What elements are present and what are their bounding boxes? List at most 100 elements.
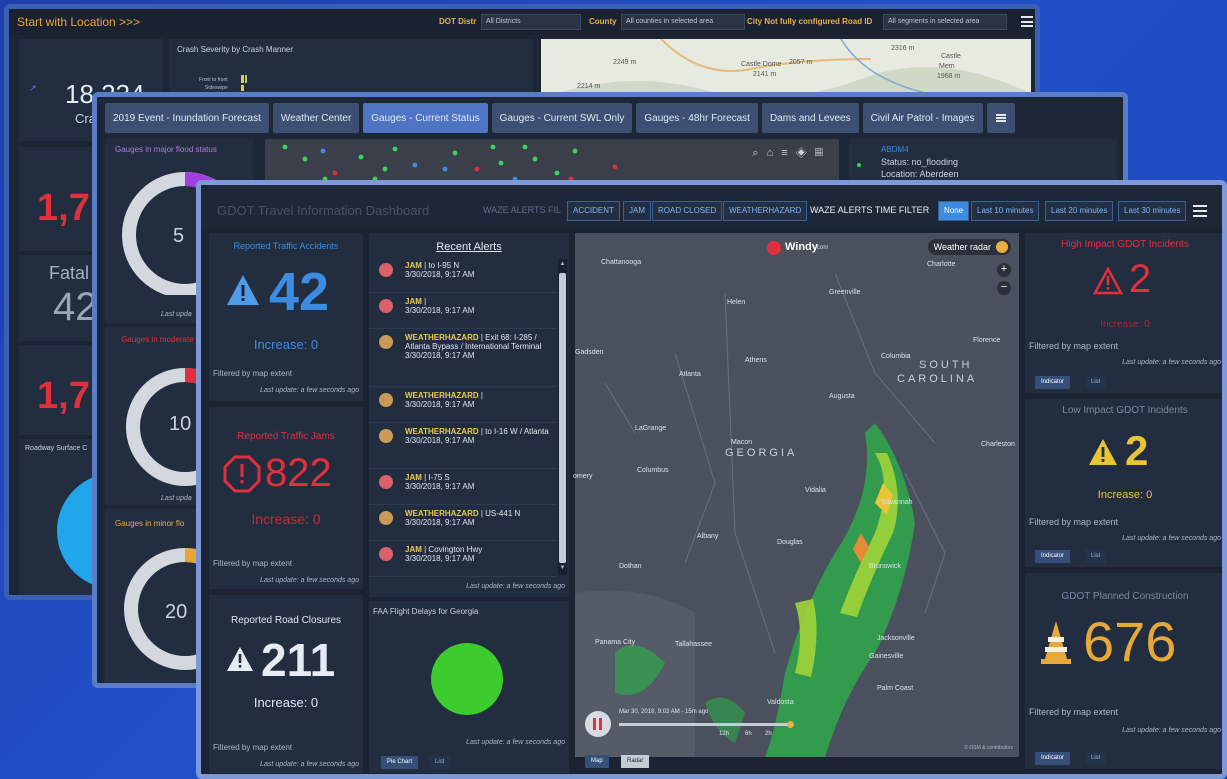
alert-list-item[interactable]: WEATHERHAZARD | 3/30/2018, 9:17 AM — [369, 387, 557, 423]
tab-gauges-48hr[interactable]: Gauges - 48hr Forecast — [636, 103, 758, 133]
alert-type: WEATHERHAZARD — [405, 391, 479, 400]
menu-icon — [995, 114, 1006, 122]
timeline-step-6h[interactable]: 6h — [745, 731, 752, 737]
tab-map[interactable]: Map — [585, 755, 609, 768]
severity-bar — [241, 75, 244, 83]
weather-radar-label: Weather radar — [933, 242, 991, 252]
county-select[interactable]: All counties in selected area — [621, 14, 745, 30]
tab-dams-levees[interactable]: Dams and Levees — [761, 103, 859, 133]
last-update-text: Last update: a few seconds ago — [466, 583, 565, 590]
scroll-thumb[interactable] — [559, 273, 566, 563]
tab-gauges-current-swl[interactable]: Gauges - Current SWL Only — [491, 103, 633, 133]
gauge-point[interactable] — [532, 156, 538, 162]
alert-type: WEATHERHAZARD — [405, 333, 479, 342]
gauge-point[interactable] — [498, 160, 504, 166]
gauge-point[interactable] — [474, 166, 480, 172]
filter-jam-button[interactable]: JAM — [623, 201, 651, 221]
city-label: Gainesville — [869, 653, 904, 660]
tab-list[interactable]: List — [1085, 550, 1107, 563]
alerts-list[interactable]: JAM | to I-95 N 3/30/2018, 9:17 AM JAM | 3/… — [369, 257, 569, 577]
traffic-accidents-value: 42 — [269, 262, 330, 322]
warning-triangle-icon — [1093, 267, 1123, 295]
gauge-point[interactable] — [382, 166, 388, 172]
gauge-point[interactable] — [442, 166, 448, 172]
tab-list[interactable]: List — [1085, 376, 1107, 389]
alert-list-item[interactable]: WEATHERHAZARD | US-441 N 3/30/2018, 9:17 … — [369, 505, 557, 541]
time-none-button[interactable]: None — [938, 201, 970, 221]
timeline-step-2h[interactable]: 2h — [765, 731, 772, 737]
gauge-point[interactable] — [522, 144, 528, 150]
tab-more-menu[interactable] — [986, 103, 1015, 133]
gauge-point[interactable] — [452, 150, 458, 156]
gauge-point[interactable] — [302, 156, 308, 162]
tab-indicator[interactable]: Indicator — [1035, 752, 1071, 765]
gauge-point[interactable] — [332, 170, 338, 176]
gauge-point[interactable] — [554, 170, 560, 176]
tab-pie-chart[interactable]: Pie Chart — [381, 756, 419, 769]
tab-radar[interactable]: Radar — [621, 755, 650, 768]
road-id-select[interactable]: All segments in selected area — [883, 14, 1007, 30]
severity-row-sideswipe: Sideswipe — [205, 85, 228, 91]
gauge-point[interactable] — [358, 154, 364, 160]
alert-list-item[interactable]: JAM | 3/30/2018, 9:17 AM — [369, 293, 557, 329]
traffic-jams-panel: Reported Traffic Jams 822 Increase: 0 Fi… — [209, 407, 363, 589]
tab-civil-air-patrol[interactable]: Civil Air Patrol - Images — [862, 103, 983, 133]
menu-icon[interactable] — [1021, 16, 1033, 27]
time-30min-button[interactable]: Last 30 minutes — [1118, 201, 1187, 221]
tab-list[interactable]: List — [429, 756, 451, 769]
filter-accident-button[interactable]: ACCIDENT — [567, 201, 620, 221]
gauge-point[interactable] — [612, 164, 618, 170]
time-20min-button[interactable]: Last 20 minutes — [1045, 201, 1114, 221]
gauge-info-name[interactable]: ABDM4 — [881, 145, 909, 154]
time-10min-button[interactable]: Last 10 minutes — [971, 201, 1040, 221]
tab-indicator[interactable]: Indicator — [1035, 550, 1071, 563]
zoom-out-button[interactable]: − — [997, 281, 1011, 295]
traffic-accidents-increase: Increase: 0 — [253, 337, 319, 352]
road-closures-panel: Reported Road Closures 211 Increase: 0 F… — [209, 595, 363, 773]
alert-list-item[interactable]: WEATHERHAZARD | to I-16 W / Atlanta 3/30/… — [369, 423, 557, 469]
zoom-in-button[interactable]: + — [997, 263, 1011, 277]
map-attribution: © OSM & contributors — [964, 745, 1013, 751]
tab-gauges-current-status[interactable]: Gauges - Current Status — [363, 103, 488, 133]
tab-indicator[interactable]: Indicator — [1035, 376, 1071, 389]
gauge-point[interactable] — [572, 148, 578, 154]
traffic-accidents-panel: Reported Traffic Accidents 42 Increase: … — [209, 233, 363, 401]
scroll-up-icon[interactable]: ▲ — [559, 261, 566, 269]
alert-list-item[interactable]: JAM | I-75 S 3/30/2018, 9:17 AM — [369, 469, 557, 505]
timeline-handle[interactable] — [787, 721, 794, 728]
map-tools[interactable]: ⌕⌂≡◈▦ — [752, 147, 831, 160]
scroll-down-icon[interactable]: ▼ — [559, 565, 566, 573]
weather-radar-badge[interactable]: Weather radar — [927, 239, 1011, 255]
location-link[interactable]: Start with Location >>> — [17, 15, 140, 29]
traffic-dashboard-window: GDOT Travel Information Dashboard WAZE A… — [196, 180, 1227, 779]
alert-list-item[interactable]: JAM | to I-95 N 3/30/2018, 9:17 AM — [369, 257, 557, 293]
alerts-scrollbar[interactable]: ▲ ▼ — [558, 259, 567, 575]
menu-icon[interactable] — [1193, 205, 1207, 217]
gauge-point[interactable] — [412, 162, 418, 168]
alert-list-item[interactable]: WEATHERHAZARD | Exit 68: I-285 / Atlanta… — [369, 329, 557, 387]
weather-radar-map[interactable]: Chattanooga Charlotte Greenville Helen Gadsd… — [573, 233, 1019, 757]
filter-road-closed-button[interactable]: ROAD CLOSED — [652, 201, 723, 221]
map-label: 2057 m — [789, 59, 813, 66]
gauge-point[interactable] — [392, 146, 398, 152]
windy-logo-text[interactable]: Windy — [785, 241, 818, 253]
gauge-point[interactable] — [320, 148, 326, 154]
filter-weatherhazard-button[interactable]: WEATHERHAZARD — [723, 201, 808, 221]
timeline-step-12h[interactable]: 12h — [719, 731, 729, 737]
layer-icon — [996, 241, 1008, 253]
tab-list[interactable]: List — [1085, 752, 1107, 765]
tab-inundation-forecast[interactable]: 2019 Event - Inundation Forecast — [105, 103, 269, 133]
gauge-point[interactable] — [490, 144, 496, 150]
alert-location: | I-75 S — [421, 473, 450, 482]
crash-count-value: 1,7 — [37, 187, 90, 229]
filtered-by-extent: Filtered by map extent — [1029, 707, 1119, 717]
faa-pie-chart[interactable] — [431, 643, 503, 715]
tab-weather-center[interactable]: Weather Center — [272, 103, 360, 133]
timeline-slider[interactable] — [619, 721, 794, 728]
weatherhazard-pin-icon — [379, 511, 393, 525]
pause-button[interactable] — [585, 711, 611, 737]
alert-location: | Covington Hwy — [421, 545, 483, 554]
dot-district-select[interactable]: All Districts — [481, 14, 581, 30]
gauge-point[interactable] — [282, 144, 288, 150]
alert-list-item[interactable]: JAM | Covington Hwy 3/30/2018, 9:17 AM — [369, 541, 557, 577]
